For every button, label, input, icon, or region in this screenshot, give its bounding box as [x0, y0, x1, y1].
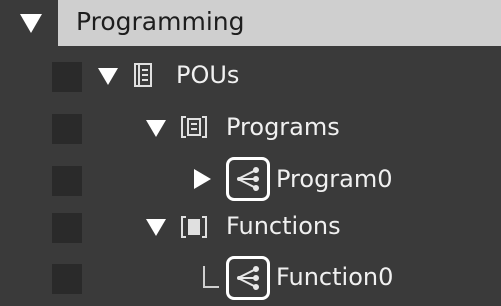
tree-item-functions[interactable]: Functions	[0, 205, 501, 255]
row-gutter-marker	[52, 114, 82, 144]
row-gutter-marker	[52, 264, 82, 294]
tree-item-label: Function0	[276, 263, 394, 291]
row-gutter-marker	[52, 166, 82, 196]
row-gutter-marker	[52, 213, 82, 243]
tree-item-label: Programs	[226, 113, 340, 141]
tree-connector-line	[203, 266, 219, 288]
expand-toggle-programming[interactable]	[4, 0, 58, 46]
chevron-down-icon	[20, 13, 42, 33]
row-gutter-marker	[52, 62, 82, 92]
expand-toggle-programs[interactable]	[146, 120, 166, 137]
programming-section-header[interactable]: Programming	[4, 0, 501, 46]
tree-item-program0[interactable]: Program0	[0, 154, 501, 204]
expand-toggle-program0[interactable]	[194, 169, 211, 189]
expand-toggle-pous[interactable]	[98, 68, 118, 85]
tree-item-label: POUs	[176, 61, 240, 89]
tree-item-label: Functions	[226, 212, 341, 240]
project-tree-panel: Programming POUs Programs Program0 Funct…	[0, 0, 501, 306]
pou-book-icon	[134, 63, 152, 87]
program-network-icon-highlight	[226, 157, 270, 201]
section-title: Programming	[76, 7, 245, 36]
functions-folder-icon	[181, 216, 207, 238]
tree-item-label: Program0	[276, 165, 393, 193]
tree-item-pous[interactable]: POUs	[0, 50, 501, 100]
tree-item-function0[interactable]: Function0	[0, 254, 501, 304]
function-network-icon-highlight	[226, 256, 270, 300]
programs-folder-icon	[181, 116, 207, 138]
expand-toggle-functions[interactable]	[146, 219, 166, 236]
tree-item-programs[interactable]: Programs	[0, 102, 501, 152]
function-network-icon	[237, 266, 259, 290]
program-network-icon	[237, 167, 259, 191]
